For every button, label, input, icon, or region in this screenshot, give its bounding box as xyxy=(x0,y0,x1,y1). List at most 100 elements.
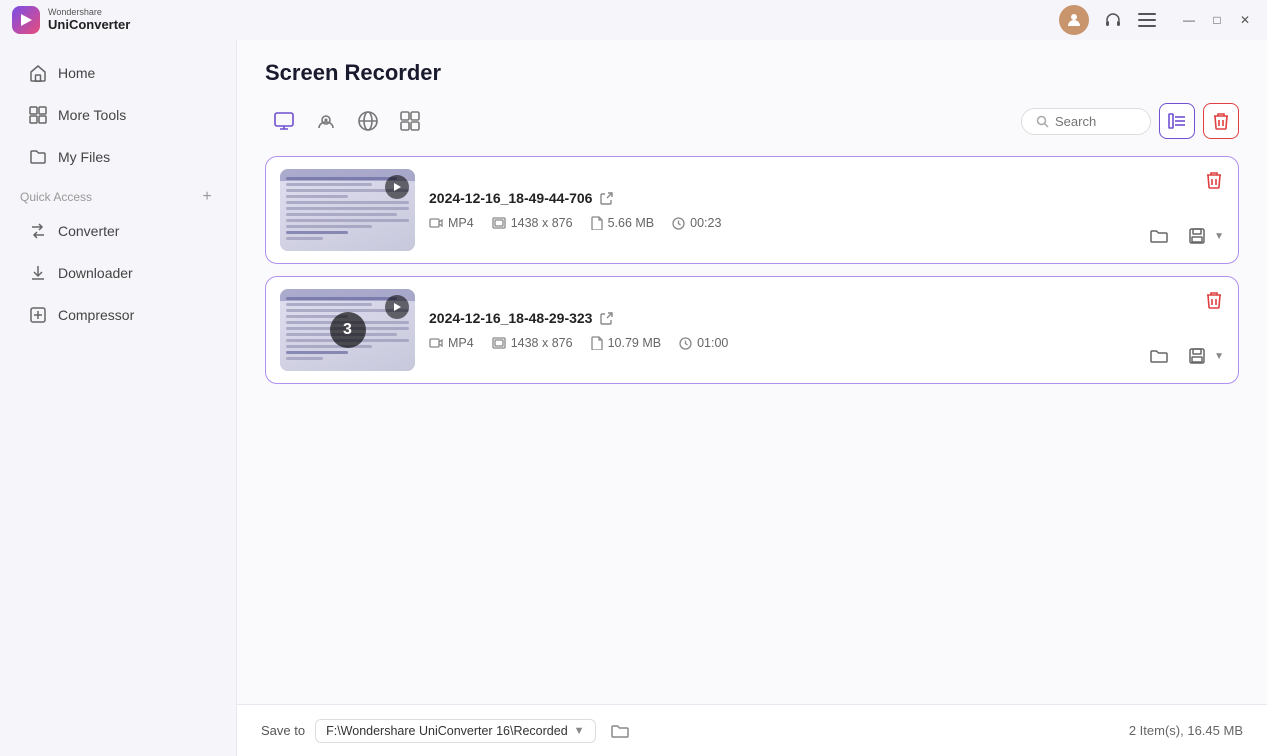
resolution-icon xyxy=(492,337,506,349)
sidebar-downloader-label: Downloader xyxy=(58,265,133,281)
recording-meta: MP4 1438 x 876 xyxy=(429,216,1130,230)
sidebar-item-home[interactable]: Home xyxy=(8,53,228,93)
converter-icon xyxy=(28,221,48,241)
downloader-icon xyxy=(28,263,48,283)
duration-value: 01:00 xyxy=(697,336,728,350)
content-header: Screen Recorder xyxy=(237,40,1267,140)
search-box[interactable] xyxy=(1021,108,1151,135)
recording-thumbnail[interactable]: 3 xyxy=(280,289,415,371)
sidebar-converter-label: Converter xyxy=(58,223,119,239)
minimize-button[interactable]: — xyxy=(1179,10,1199,30)
delete-all-button[interactable] xyxy=(1203,103,1239,139)
tab-audio[interactable] xyxy=(349,102,387,140)
resolution-icon xyxy=(492,217,506,229)
save-path-value: F:\Wondershare UniConverter 16\Recorded xyxy=(326,724,568,738)
file-icon xyxy=(591,336,603,350)
delete-recording-button[interactable] xyxy=(1204,289,1224,311)
save-button[interactable] xyxy=(1182,341,1212,371)
sidebar: Home More Tools My Files Quick xyxy=(0,40,237,756)
recording-name: 2024-12-16_18-49-44-706 xyxy=(429,190,592,206)
tab-screen[interactable] xyxy=(265,102,303,140)
sidebar-item-downloader[interactable]: Downloader xyxy=(8,253,228,293)
sidebar-compressor-label: Compressor xyxy=(58,307,134,323)
open-external-icon[interactable] xyxy=(600,312,613,325)
open-folder-button[interactable] xyxy=(1144,341,1174,371)
resolution-meta: 1438 x 876 xyxy=(492,216,573,230)
sidebar-item-my-files[interactable]: My Files xyxy=(8,137,228,177)
play-badge xyxy=(385,295,409,319)
save-to-label: Save to xyxy=(261,723,305,738)
headset-icon[interactable] xyxy=(1103,10,1123,30)
duration-meta: 00:23 xyxy=(672,216,721,230)
save-button[interactable] xyxy=(1182,221,1212,251)
action-buttons: ▼ xyxy=(1144,341,1224,371)
home-icon xyxy=(28,63,48,83)
clock-icon xyxy=(672,217,685,230)
recording-actions: ▼ xyxy=(1144,289,1224,371)
format-value: MP4 xyxy=(448,216,474,230)
toolbar-right xyxy=(1021,103,1239,139)
menu-icon[interactable] xyxy=(1137,10,1157,30)
delete-recording-button[interactable] xyxy=(1204,169,1224,191)
recording-meta: MP4 1438 x 876 xyxy=(429,336,1130,350)
open-folder-button[interactable] xyxy=(1144,221,1174,251)
maximize-button[interactable]: □ xyxy=(1207,10,1227,30)
recording-thumbnail[interactable] xyxy=(280,169,415,251)
recording-info: 2024-12-16_18-48-29-323 xyxy=(429,310,1130,350)
sidebar-item-converter[interactable]: Converter xyxy=(8,211,228,251)
sidebar-home-label: Home xyxy=(58,65,95,81)
toolbar-tabs xyxy=(265,102,429,140)
recording-card: 2024-12-16_18-49-44-706 xyxy=(265,156,1239,264)
clock-icon xyxy=(679,337,692,350)
close-button[interactable]: ✕ xyxy=(1235,10,1255,30)
sidebar-item-more-tools[interactable]: More Tools xyxy=(8,95,228,135)
save-dropdown-button[interactable]: ▼ xyxy=(1182,341,1224,371)
quick-access-label: Quick Access xyxy=(20,190,92,204)
titlebar: Wondershare UniConverter — xyxy=(0,0,1267,40)
resolution-value: 1438 x 876 xyxy=(511,216,573,230)
list-view-button[interactable] xyxy=(1159,103,1195,139)
recording-actions: ▼ xyxy=(1144,169,1224,251)
recording-name-row: 2024-12-16_18-49-44-706 xyxy=(429,190,1130,206)
save-to-section: Save to F:\Wondershare UniConverter 16\R… xyxy=(261,717,634,745)
my-files-icon xyxy=(28,147,48,167)
search-icon xyxy=(1036,115,1049,128)
save-dropdown-button[interactable]: ▼ xyxy=(1182,221,1224,251)
resolution-meta: 1438 x 876 xyxy=(492,336,573,350)
format-meta: MP4 xyxy=(429,216,474,230)
resolution-value: 1438 x 876 xyxy=(511,336,573,350)
recordings-list: 2024-12-16_18-49-44-706 xyxy=(237,140,1267,704)
size-value: 5.66 MB xyxy=(608,216,655,230)
window-controls: — □ ✕ xyxy=(1179,10,1255,30)
recording-name-row: 2024-12-16_18-48-29-323 xyxy=(429,310,1130,326)
sidebar-my-files-label: My Files xyxy=(58,149,110,165)
count-badge: 3 xyxy=(330,312,366,348)
main-layout: Home More Tools My Files Quick xyxy=(0,40,1267,756)
quick-access-add-button[interactable]: + xyxy=(198,188,216,206)
size-meta: 5.66 MB xyxy=(591,216,655,230)
duration-value: 00:23 xyxy=(690,216,721,230)
page-title: Screen Recorder xyxy=(265,60,1239,86)
app-logo xyxy=(12,6,40,34)
save-path-selector[interactable]: F:\Wondershare UniConverter 16\Recorded … xyxy=(315,719,595,743)
video-icon xyxy=(429,217,443,229)
play-badge xyxy=(385,175,409,199)
tab-webcam[interactable] xyxy=(307,102,345,140)
item-count-label: 2 Item(s), 16.45 MB xyxy=(1129,723,1243,738)
size-meta: 10.79 MB xyxy=(591,336,662,350)
browse-folder-button[interactable] xyxy=(606,717,634,745)
sidebar-item-compressor[interactable]: Compressor xyxy=(8,295,228,335)
more-tools-icon xyxy=(28,105,48,125)
chevron-down-icon: ▼ xyxy=(574,725,585,737)
video-icon xyxy=(429,337,443,349)
open-external-icon[interactable] xyxy=(600,192,613,205)
dropdown-chevron-icon: ▼ xyxy=(1214,231,1224,242)
dropdown-chevron-icon: ▼ xyxy=(1214,351,1224,362)
toolbar xyxy=(265,102,1239,140)
quick-access-section: Quick Access + xyxy=(0,178,236,210)
app-product: UniConverter xyxy=(48,18,130,32)
tab-apps[interactable] xyxy=(391,102,429,140)
user-avatar[interactable] xyxy=(1059,5,1089,35)
format-meta: MP4 xyxy=(429,336,474,350)
search-input[interactable] xyxy=(1055,114,1145,129)
